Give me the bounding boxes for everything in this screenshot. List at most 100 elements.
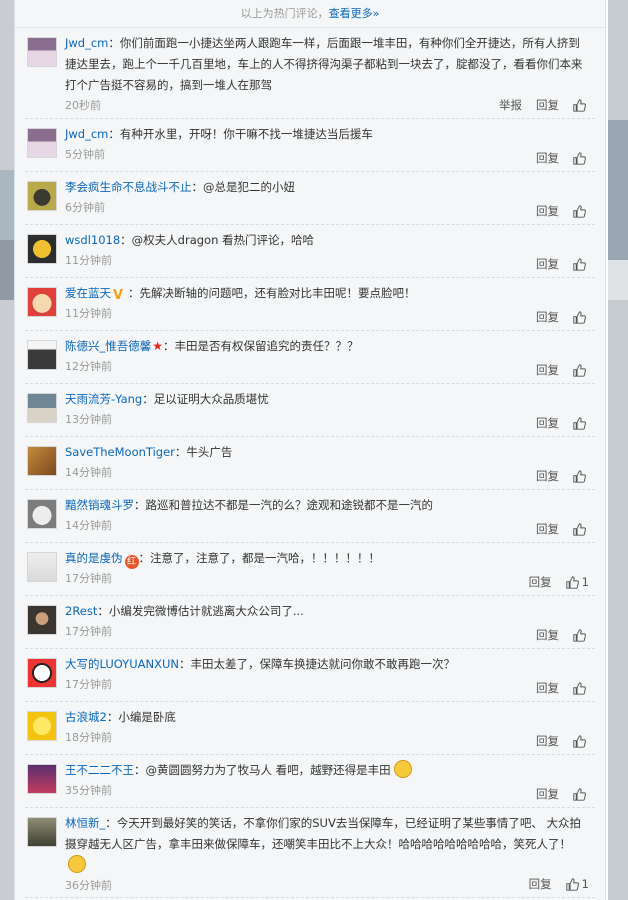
reply-button[interactable]: 回复 [536, 785, 559, 803]
like-button[interactable] [573, 628, 589, 642]
like-button[interactable] [573, 204, 589, 218]
reply-button[interactable]: 回复 [536, 361, 559, 379]
like-button[interactable] [573, 98, 589, 112]
user-avatar[interactable] [27, 234, 57, 264]
like-button[interactable] [573, 257, 589, 271]
comment-username[interactable]: 真的是虔伪 [65, 551, 123, 565]
reply-button[interactable]: 回复 [536, 626, 559, 644]
reply-button[interactable]: 回复 [536, 732, 559, 750]
comment-body: ：小编发完微博估计就逃离大众公司了... [97, 604, 304, 618]
report-button[interactable]: 举报 [499, 96, 522, 114]
like-button[interactable] [573, 151, 589, 165]
user-avatar[interactable] [27, 393, 57, 423]
reply-button[interactable]: 回复 [536, 255, 559, 273]
see-more-link[interactable]: 查看更多» [329, 7, 380, 20]
comment-username[interactable]: 古浪城2 [65, 710, 107, 724]
comment-username[interactable]: SaveTheMoonTiger [65, 445, 175, 459]
user-avatar[interactable] [27, 446, 57, 476]
comment-body: ：丰田太差了，保障车换捷达就问你敢不敢再跑一次？ [178, 657, 455, 671]
comment-item: 林恒新_：今天开到最好笑的笑话，不拿你们家的SUV去当保障车，已经证明了某些事情… [25, 808, 595, 898]
like-button[interactable] [573, 787, 589, 801]
reply-button[interactable]: 回复 [536, 679, 559, 697]
comment-username[interactable]: 2Rest [65, 604, 97, 618]
thumbs-up-icon [573, 151, 586, 165]
comment-timestamp: 18分钟前 [65, 731, 112, 744]
user-avatar[interactable] [27, 128, 57, 158]
comment-timestamp: 14分钟前 [65, 519, 112, 532]
comment-text: 真的是虔伪红：注意了，注意了，都是一汽哈，！！！！！！ [65, 548, 595, 569]
reply-button[interactable]: 回复 [536, 414, 559, 432]
hot-comments-label: 以上为热门评论， [240, 7, 329, 20]
comment-actions: 回复 [522, 626, 589, 644]
reply-button[interactable]: 回复 [536, 149, 559, 167]
thumbs-up-icon [573, 363, 586, 377]
comment-username[interactable]: 爱在蓝天 [65, 286, 111, 300]
reply-button[interactable]: 回复 [536, 520, 559, 538]
comment-timestamp: 12分钟前 [65, 360, 112, 373]
user-avatar[interactable] [27, 340, 57, 370]
thumbs-up-icon [573, 204, 586, 218]
reply-button[interactable]: 回复 [536, 308, 559, 326]
comment-timestamp: 17分钟前 [65, 625, 112, 638]
user-avatar[interactable] [27, 658, 57, 688]
like-button[interactable] [573, 363, 589, 377]
comment-username[interactable]: 陈德兴_惟吾德馨 [65, 339, 151, 353]
comment-actions: 回复 [522, 414, 589, 432]
like-button[interactable] [573, 416, 589, 430]
comment-item: Jwd_cm：有种开水里，开呀！你干嘛不找一堆捷达当后援车 5分钟前 回复 [25, 119, 595, 172]
comment-body: ：牛头广告 [174, 445, 233, 459]
user-avatar[interactable] [27, 817, 57, 847]
thumbs-up-icon [573, 628, 586, 642]
comment-username[interactable]: wsdl1018 [65, 233, 120, 247]
reply-button[interactable]: 回复 [536, 202, 559, 220]
reply-button[interactable]: 回复 [529, 875, 552, 893]
comment-timestamp: 35分钟前 [65, 784, 112, 797]
thumbs-up-icon [573, 522, 586, 536]
comment-body: ：足以证明大众品质堪忧 [142, 392, 269, 406]
comment-username[interactable]: 天雨流芳-Yang [65, 392, 142, 406]
comment-username[interactable]: 李会疯生命不息战斗不止 [65, 180, 192, 194]
like-button[interactable] [573, 310, 589, 324]
comment-item: wsdl1018：@权夫人dragon 看热门评论，哈哈 11分钟前 回复 [25, 225, 595, 278]
user-avatar[interactable] [27, 764, 57, 794]
left-background-strip [0, 0, 14, 900]
comment-text: wsdl1018：@权夫人dragon 看热门评论，哈哈 [65, 230, 595, 251]
like-button[interactable] [573, 469, 589, 483]
user-avatar[interactable] [27, 552, 57, 582]
comment-item: 大写的LUOYUANXUN：丰田太差了，保障车换捷达就问你敢不敢再跑一次？ 17分… [25, 649, 595, 702]
like-button[interactable] [573, 522, 589, 536]
user-avatar[interactable] [27, 499, 57, 529]
comment-item: 古浪城2：小编是卧底 18分钟前 回复 [25, 702, 595, 755]
comment-body: ：小编是卧底 [106, 710, 176, 724]
like-button[interactable]: 1 [565, 875, 589, 893]
comment-item: 2Rest：小编发完微博估计就逃离大众公司了... 17分钟前 回复 [25, 596, 595, 649]
hot-comments-notice: 以上为热门评论，查看更多» [15, 0, 605, 28]
comment-username[interactable]: 王不二二不王 [65, 763, 134, 777]
comment-username[interactable]: 大写的LUOYUANXUN [65, 657, 179, 671]
thumbs-up-icon [565, 877, 579, 891]
comment-item: SaveTheMoonTiger：牛头广告 14分钟前 回复 [25, 437, 595, 490]
comment-username[interactable]: Jwd_cm [65, 36, 108, 50]
reply-button[interactable]: 回复 [529, 573, 552, 591]
user-avatar[interactable] [27, 711, 57, 741]
thumbs-up-icon [573, 734, 586, 748]
comment-item: 爱在蓝天 V ：先解决断轴的问题吧，还有脸对比丰田呢！要点脸吧！ 11分钟前 回复 [25, 278, 595, 331]
reply-button[interactable]: 回复 [536, 96, 559, 114]
comment-username[interactable]: 林恒新_ [65, 816, 105, 830]
reply-button[interactable]: 回复 [536, 467, 559, 485]
comment-text: 陈德兴_惟吾德馨★：丰田是否有权保留追究的责任？？？ [65, 336, 595, 357]
like-button[interactable] [573, 734, 589, 748]
comment-body: ：注意了，注意了，都是一汽哈，！！！！！！ [138, 551, 381, 565]
comment-username[interactable]: 黯然销魂斗罗 [65, 498, 134, 512]
comment-actions: 回复 [522, 467, 589, 485]
like-button[interactable]: 1 [565, 573, 589, 591]
like-count: 1 [581, 877, 589, 891]
comment-actions: 回复 1 [515, 875, 589, 893]
comment-item: 真的是虔伪红：注意了，注意了，都是一汽哈，！！！！！！ 17分钟前 回复 1 [25, 543, 595, 596]
like-button[interactable] [573, 681, 589, 695]
user-avatar[interactable] [27, 605, 57, 635]
user-avatar[interactable] [27, 37, 57, 67]
user-avatar[interactable] [27, 287, 57, 317]
comment-username[interactable]: Jwd_cm [65, 127, 108, 141]
user-avatar[interactable] [27, 181, 57, 211]
